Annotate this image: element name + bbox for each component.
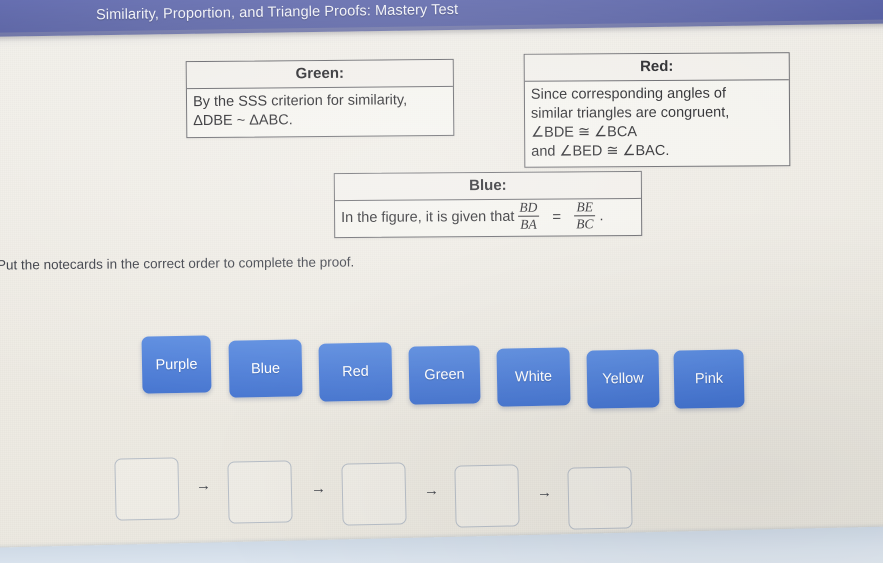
fraction-be-over-bc: BE BC [574,199,596,231]
fraction-bd-over-ba: BD BA [517,199,539,232]
answer-slot-3[interactable] [341,462,407,526]
notecard-red-body: Since corresponding angles of similar tr… [525,80,790,167]
notecard-green-body: By the SSS criterion for similarity, ΔDB… [192,92,408,129]
notecard-red-body-line: similar triangles are congruent, [530,104,730,122]
notecard-green[interactable]: Green: By the SSS criterion for similari… [185,58,455,138]
equals-sign: = [552,208,562,226]
fraction-denominator: BA [518,215,539,232]
option-button-red[interactable]: Red [318,342,393,402]
answer-slot-2[interactable] [227,460,293,524]
notecard-blue-text: In the figure, it is given that [341,208,515,226]
page-title: Similarity, Proportion, and Triangle Pro… [95,1,459,24]
option-button-yellow[interactable]: Yellow [586,349,660,409]
notecard-red[interactable]: Red: Since corresponding angles of simil… [523,52,791,169]
notecard-blue-period: . [599,208,604,225]
notecard-blue-body: In the figure, it is given that BD BA = … [335,199,641,237]
notecard-red-body-line: Since corresponding angles of [530,85,727,103]
answer-slot-5[interactable] [567,466,633,530]
option-button-green[interactable]: Green [408,345,481,405]
fraction-denominator: BC [574,215,596,231]
notecard-blue-header: Blue: [334,171,641,202]
option-button-blue[interactable]: Blue [228,339,303,398]
answer-slot-4[interactable] [454,464,520,528]
fraction-numerator: BD [519,199,538,215]
notecard-blue[interactable]: Blue: In the figure, it is given that BD… [333,170,643,238]
instruction-text: Put the notecards in the correct order t… [0,254,355,273]
option-button-pink[interactable]: Pink [673,349,745,409]
notecard-green-header: Green: [186,59,453,90]
notecard-red-body-line: ∠BDE ≅ ∠BCA [531,123,638,141]
notecard-red-body-line: and ∠BED ≅ ∠BAC. [531,142,670,160]
notecard-red-header: Red: [524,53,789,82]
option-button-white[interactable]: White [496,347,571,407]
fraction-numerator: BE [576,199,594,215]
option-button-purple[interactable]: Purple [141,335,212,394]
answer-slot-1[interactable] [114,457,180,521]
